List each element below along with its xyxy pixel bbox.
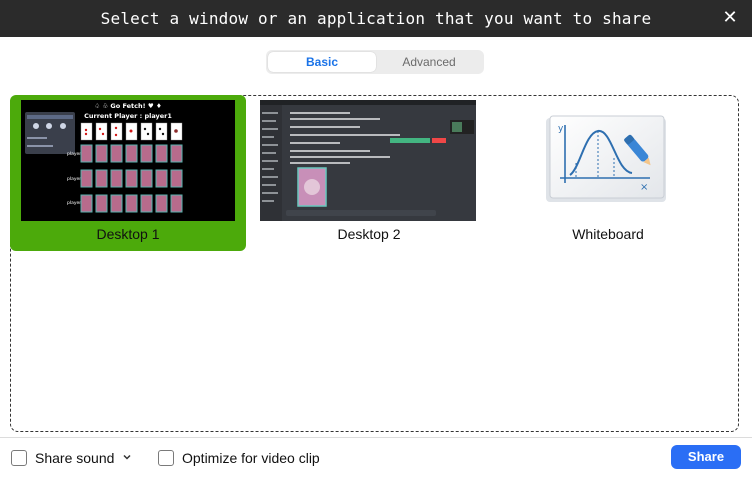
card-game-preview: ♤ ♧ Go Fetch! ♥ ♦ Current Player : playe… xyxy=(21,100,235,221)
game-current-player: Current Player : player1 xyxy=(84,112,172,120)
svg-text:y: y xyxy=(558,124,564,134)
whiteboard-thumbnail: y × xyxy=(540,113,680,218)
tab-basic[interactable]: Basic xyxy=(268,52,376,72)
whiteboard-graph-icon: y × xyxy=(546,115,666,202)
source-label: Desktop 1 xyxy=(96,226,160,242)
source-desktop-1[interactable]: ♤ ♧ Go Fetch! ♥ ♦ Current Player : playe… xyxy=(10,95,246,251)
share-sound-checkbox[interactable] xyxy=(11,450,27,466)
share-sound-label: Share sound xyxy=(35,450,115,466)
close-icon[interactable]: ✕ xyxy=(720,8,740,28)
chat-app-preview xyxy=(260,100,476,221)
source-whiteboard[interactable]: y × Whiteboard xyxy=(500,95,716,251)
source-desktop-2[interactable]: Desktop 2 xyxy=(254,95,484,251)
svg-text:×: × xyxy=(640,182,648,193)
game-header-text: ♤ ♧ Go Fetch! ♥ ♦ xyxy=(94,102,162,110)
chevron-down-icon[interactable] xyxy=(121,451,133,463)
title-bar: Select a window or an application that y… xyxy=(0,0,752,37)
desktop-1-thumbnail: ♤ ♧ Go Fetch! ♥ ♦ Current Player : playe… xyxy=(21,100,235,221)
share-button[interactable]: Share xyxy=(671,445,741,469)
desktop-2-thumbnail xyxy=(260,100,476,221)
dialog-title: Select a window or an application that y… xyxy=(100,9,652,28)
source-label: Whiteboard xyxy=(572,226,644,242)
footer-divider xyxy=(0,437,752,438)
optimize-video-label: Optimize for video clip xyxy=(182,450,320,466)
optimize-video-checkbox[interactable] xyxy=(158,450,174,466)
tab-advanced[interactable]: Advanced xyxy=(376,52,482,72)
source-label: Desktop 2 xyxy=(337,226,401,242)
tab-group: Basic Advanced xyxy=(266,50,484,74)
